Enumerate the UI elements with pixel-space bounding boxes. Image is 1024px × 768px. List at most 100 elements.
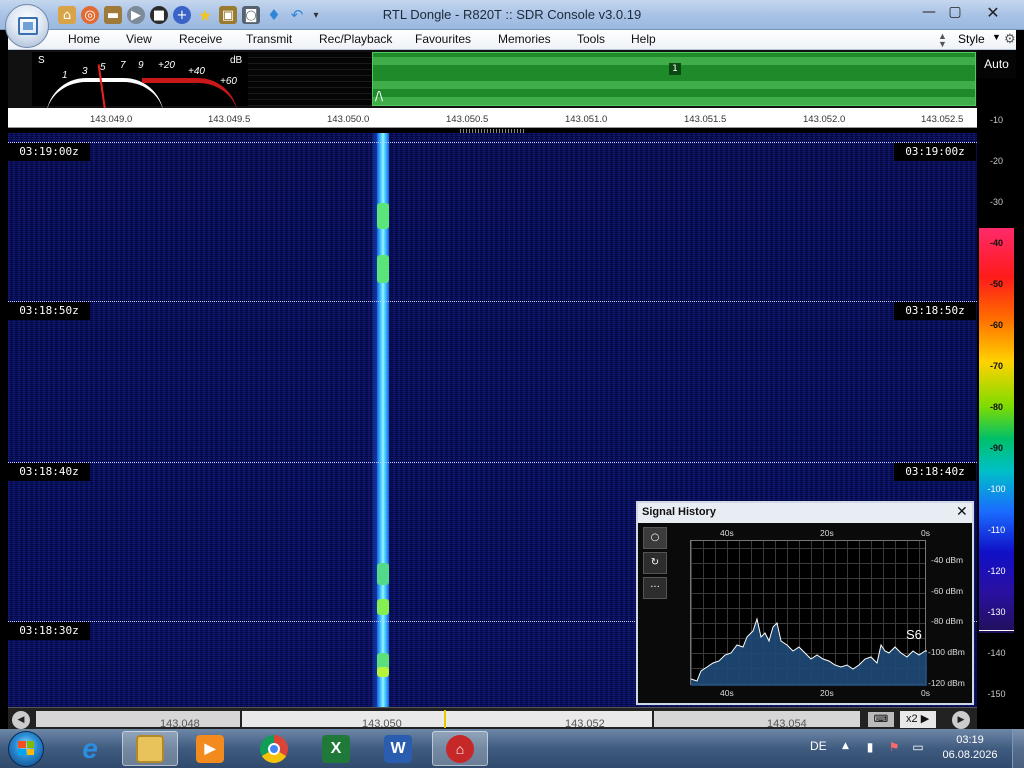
- circle-icon[interactable]: ○: [643, 527, 667, 549]
- taskbar-excel[interactable]: X: [308, 731, 364, 766]
- close-icon[interactable]: ✕: [956, 504, 968, 520]
- home-icon[interactable]: ⌂: [58, 6, 76, 24]
- gear-icon[interactable]: ⚙: [1004, 31, 1016, 47]
- menu-transmit[interactable]: Transmit: [246, 32, 292, 46]
- system-clock[interactable]: 03:19 06.08.2026: [940, 733, 1000, 763]
- stop-icon[interactable]: ■: [150, 6, 168, 24]
- level-label: -30: [989, 197, 1003, 207]
- taskbar-sdr-console[interactable]: ⌂: [432, 731, 488, 766]
- clock-time: 03:19: [956, 734, 984, 746]
- star-icon[interactable]: ★: [196, 6, 214, 25]
- close-button[interactable]: ✕: [972, 2, 1014, 22]
- drop-icon[interactable]: ♦: [265, 6, 283, 24]
- zoom-arrow-icon: ▶: [920, 713, 930, 725]
- s-meter-tick: +60: [220, 76, 237, 87]
- taskbar-word[interactable]: W: [370, 731, 426, 766]
- menu-bar: Home View Receive Transmit Rec/Playback …: [8, 30, 1016, 50]
- scroll-left-button[interactable]: ◀: [12, 711, 30, 729]
- s-meter-tick: +40: [188, 66, 205, 77]
- menu-help[interactable]: Help: [631, 32, 656, 46]
- display-icon[interactable]: ▭: [910, 740, 926, 756]
- undo-icon[interactable]: ↶: [288, 6, 306, 24]
- auto-level-button[interactable]: Auto: [977, 50, 1016, 78]
- dropdown-icon[interactable]: ▾: [311, 6, 321, 24]
- level-label: -20: [989, 156, 1003, 166]
- s-meter-tick: 7: [120, 60, 126, 71]
- zoom-value: x2: [906, 713, 918, 725]
- network-icon[interactable]: ▮: [862, 740, 878, 756]
- time-gridline: [8, 462, 977, 463]
- zoom-selector[interactable]: x2 ▶: [900, 711, 936, 728]
- taskbar-file-explorer[interactable]: [122, 731, 178, 766]
- menu-tools[interactable]: Tools: [577, 32, 605, 46]
- keyboard-icon[interactable]: ⌨: [868, 712, 894, 727]
- band-segment[interactable]: [654, 711, 860, 727]
- signal-history-header[interactable]: Signal History ✕: [638, 503, 972, 523]
- show-desktop-button[interactable]: [1012, 729, 1024, 768]
- level-label: -110: [987, 525, 1006, 535]
- refresh-icon[interactable]: ↻: [643, 552, 667, 574]
- taskbar-internet-explorer[interactable]: e: [62, 731, 118, 766]
- excel-icon: X: [322, 734, 350, 763]
- scroll-right-button[interactable]: ▶: [952, 711, 970, 729]
- signal-history-trace: [690, 617, 927, 686]
- level-label: -40: [989, 238, 1003, 248]
- maximize-button[interactable]: ▢: [944, 2, 966, 22]
- menu-favourites[interactable]: Favourites: [415, 32, 471, 46]
- level-scale[interactable]: -10 -20 -30 -40 -50 -60 -70 -80 -90 -100…: [977, 78, 1016, 707]
- dbm-axis-label: -120 dBm: [928, 678, 965, 688]
- start-button[interactable]: [4, 729, 48, 768]
- lifebuoy-icon[interactable]: ◎: [81, 6, 99, 24]
- menu-memories[interactable]: Memories: [498, 32, 551, 46]
- add-icon[interactable]: +: [173, 6, 191, 24]
- dbm-axis-label: -100 dBm: [928, 647, 965, 657]
- band-segment[interactable]: [36, 711, 240, 727]
- s-meter-tick: 1: [62, 70, 68, 81]
- s-meter-tick: 9: [138, 60, 144, 71]
- folder-icon[interactable]: ▬: [104, 6, 122, 24]
- dbm-axis-label: -40 dBm: [931, 555, 964, 565]
- minimize-button[interactable]: —: [918, 2, 940, 22]
- file-explorer-icon: [136, 734, 164, 763]
- level-label: -90: [989, 443, 1003, 453]
- signal-peak: [377, 255, 389, 283]
- bandscope[interactable]: 1 /\: [372, 52, 976, 106]
- menu-rec-playback[interactable]: Rec/Playback: [319, 32, 392, 46]
- time-axis-label: 0s: [921, 528, 930, 538]
- timestamp-left: 03:18:40z: [8, 463, 90, 481]
- style-selector[interactable]: ▲ ▼ Style ▼ ⚙: [938, 31, 1018, 49]
- menu-view[interactable]: View: [126, 32, 152, 46]
- timestamp-left: 03:19:00z: [8, 143, 90, 161]
- chrome-icon: [260, 734, 288, 763]
- level-label: -120: [987, 566, 1006, 576]
- camera-icon[interactable]: ◙: [242, 6, 260, 24]
- signal-history-panel: Signal History ✕ ○ ↻ ··· 40s 20s 0s 40s …: [636, 501, 974, 705]
- frequency-scale[interactable]: 143.049.0 143.049.5 143.050.0 143.050.5 …: [8, 108, 977, 128]
- frequency-label: 143.052.5: [921, 114, 964, 125]
- level-label: -10: [989, 115, 1003, 125]
- language-indicator[interactable]: DE: [810, 739, 827, 753]
- app-menu-button[interactable]: [5, 4, 49, 48]
- s-meter-reading: S6: [906, 627, 922, 642]
- level-label: -70: [989, 361, 1003, 371]
- timestamp-right: 03:19:00z: [894, 143, 976, 161]
- lock-icon[interactable]: ▣: [219, 6, 237, 24]
- menu-home[interactable]: Home: [68, 32, 100, 46]
- windows-logo-icon: [18, 741, 34, 755]
- style-label: Style: [958, 32, 985, 46]
- s-meter-tick: 3: [82, 66, 88, 77]
- bandscope-marker[interactable]: 1: [669, 63, 681, 75]
- bottom-frequency-bar[interactable]: ◀ 143.048 143.050 143.052 143.054 ⌨ x2 ▶…: [8, 707, 977, 730]
- more-icon[interactable]: ···: [643, 577, 667, 599]
- show-hidden-icons-icon[interactable]: ▲: [842, 741, 849, 751]
- time-axis-label: 20s: [820, 528, 834, 538]
- menu-receive[interactable]: Receive: [179, 32, 222, 46]
- top-panel: S dB 1 3 5 7 9 +20 +40 +60 1 /\: [8, 50, 977, 111]
- level-label: -50: [989, 279, 1003, 289]
- app-logo-icon: [18, 17, 38, 35]
- taskbar-chrome[interactable]: [246, 731, 302, 766]
- flag-alert-icon[interactable]: ⚑: [886, 740, 902, 756]
- play-icon[interactable]: ▶: [127, 6, 145, 24]
- taskbar-media-player[interactable]: ▶: [182, 731, 238, 766]
- time-gridline: [8, 301, 977, 302]
